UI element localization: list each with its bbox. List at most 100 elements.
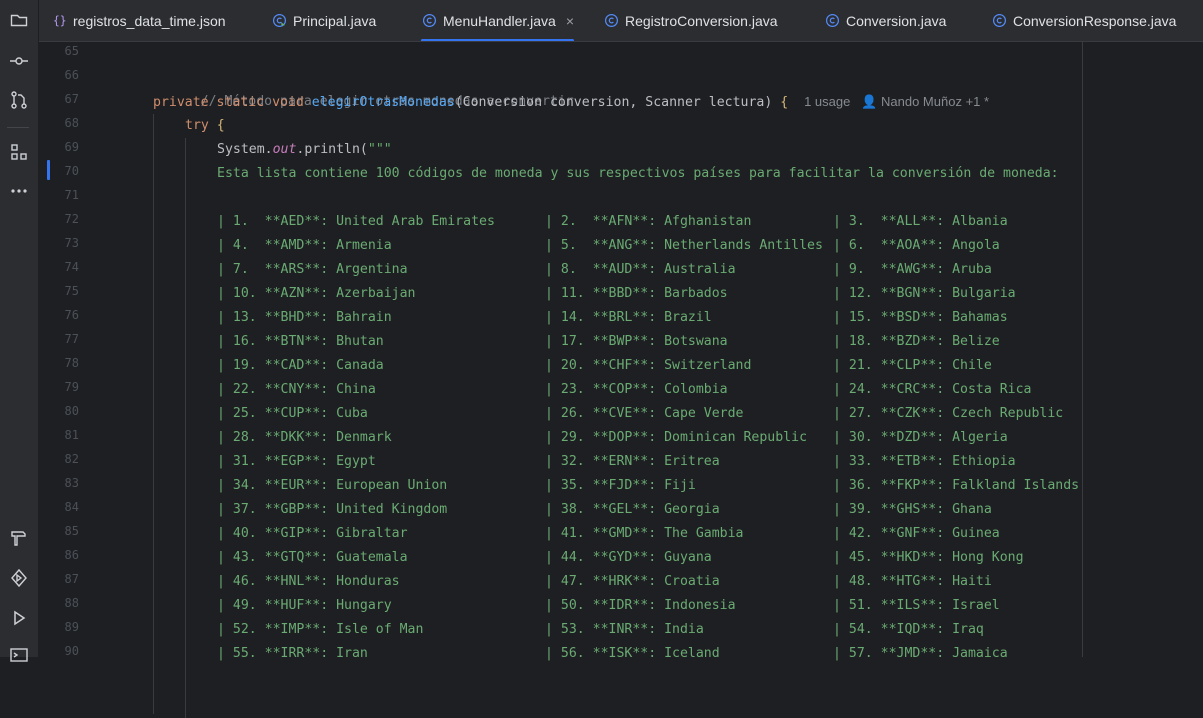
folder-icon[interactable] [0, 5, 38, 35]
code-line-80: | 25. **CUP**: Cuba | 26. **CVE**: Cape V… [39, 402, 1203, 426]
build-hammer-icon[interactable] [0, 523, 38, 553]
svg-text:{}: {} [52, 15, 66, 28]
currency-entry: | 40. **GIP**: Gibraltar [217, 526, 408, 541]
currency-entry: | 45. **HKD**: Hong Kong [833, 550, 1024, 565]
currency-entry: | 53. **INR**: India [545, 622, 704, 637]
currency-entry: | 34. **EUR**: European Union [217, 478, 448, 493]
code-line-86: | 43. **GTQ**: Guatemala | 44. **GYD**: G… [39, 546, 1203, 570]
services-icon[interactable] [0, 563, 38, 593]
code-line-87: | 46. **HNL**: Honduras | 47. **HRK**: Cr… [39, 570, 1203, 594]
author-hint[interactable]: Nando Muñoz +1 * [881, 94, 989, 109]
code-area[interactable]: // Método para elegir otras monedas a co… [39, 42, 1203, 718]
currency-entry: | 2. **AFN**: Afghanistan [545, 214, 752, 229]
text-block-open: """ [367, 142, 392, 157]
code-line-73: | 4. **AMD**: Armenia | 5. **ANG**: Nethe… [39, 234, 1203, 258]
code-line-79: | 22. **CNY**: China | 23. **COP**: Colom… [39, 378, 1203, 402]
code-editor[interactable]: 65 66 67 68 69 70 71 72 73 74 75 76 77 78 79 80 81 82 83 84… [39, 42, 1203, 718]
terminal-icon[interactable] [0, 640, 38, 670]
currency-entry: | 6. **AOA**: Angola [833, 238, 1000, 253]
java-class-icon [824, 13, 840, 29]
author-icon: 👤 [861, 94, 882, 109]
tab-conversionresponse-java[interactable]: ConversionResponse.java [991, 0, 1176, 41]
currency-entry: | 48. **HTG**: Haiti [833, 574, 992, 589]
tab-label: Principal.java [293, 12, 377, 29]
code-line-66: // Método para elegir otras monedas a co… [153, 66, 574, 109]
currency-entry: | 33. **ETB**: Ethiopia [833, 454, 1016, 469]
commit-icon[interactable] [0, 46, 38, 76]
method-modifiers: private static void [153, 95, 312, 110]
currency-entry: | 16. **BTN**: Bhutan [217, 334, 384, 349]
tab-label: MenuHandler.java [443, 12, 556, 29]
currency-entry: | 41. **GMD**: The Gambia [545, 526, 744, 541]
run-icon[interactable] [0, 603, 38, 633]
code-line-72: | 1. **AED**: United Arab Emirates | 2. *… [39, 210, 1203, 234]
method-name[interactable]: elegirOtrasMonedas [312, 95, 455, 110]
code-line-82: | 31. **EGP**: Egypt | 32. **ERN**: Eritr… [39, 450, 1203, 474]
currency-entry: | 23. **COP**: Colombia [545, 382, 728, 397]
java-class-run-icon [271, 13, 287, 29]
pull-request-icon[interactable] [0, 85, 38, 115]
code-line-74: | 7. **ARS**: Argentina | 8. **AUD**: Aus… [39, 258, 1203, 282]
currency-entry: | 24. **CRC**: Costa Rica [833, 382, 1032, 397]
currency-entry: | 18. **BZD**: Belize [833, 334, 1000, 349]
currency-entry: | 25. **CUP**: Cuba [217, 406, 368, 421]
currency-entry: | 15. **BSD**: Bahamas [833, 310, 1008, 325]
currency-entry: | 9. **AWG**: Aruba [833, 262, 992, 277]
currency-entry: | 57. **JMD**: Jamaica [833, 646, 1008, 661]
currency-entry: | 44. **GYD**: Guyana [545, 550, 712, 565]
currency-entry: | 42. **GNF**: Guinea [833, 526, 1000, 541]
string-text: Esta lista contiene 100 códigos de moned… [217, 166, 1059, 181]
currency-entry: | 35. **FJD**: Fiji [545, 478, 696, 493]
currency-entry: | 27. **CZK**: Czech Republic [833, 406, 1064, 421]
code-line-84: | 37. **GBP**: United Kingdom | 38. **GEL… [39, 498, 1203, 522]
tab-registros-data-time-json[interactable]: {} registros_data_time.json [51, 0, 225, 41]
currency-entry: | 30. **DZD**: Algeria [833, 430, 1008, 445]
more-icon[interactable] [0, 176, 38, 206]
method-params: (Conversion conversion, Scanner lectura) [454, 95, 781, 110]
println-call: .println( [296, 142, 368, 157]
close-tab-icon[interactable]: × [566, 13, 574, 29]
currency-entry: | 19. **CAD**: Canada [217, 358, 384, 373]
editor-tab-bar: {} registros_data_time.json Principal.ja… [39, 0, 1203, 42]
currency-entry: | 7. **ARS**: Argentina [217, 262, 408, 277]
currency-entry: | 20. **CHF**: Switzerland [545, 358, 752, 373]
tab-conversion-java[interactable]: Conversion.java [824, 0, 946, 41]
currency-entry: | 26. **CVE**: Cape Verde [545, 406, 744, 421]
tab-principal-java[interactable]: Principal.java [271, 0, 376, 41]
currency-entry: | 8. **AUD**: Australia [545, 262, 736, 277]
currency-entry: | 4. **AMD**: Armenia [217, 238, 392, 253]
tool-separator [7, 127, 29, 128]
currency-entry: | 11. **BBD**: Barbados [545, 286, 728, 301]
currency-entry: | 21. **CLP**: Chile [833, 358, 992, 373]
currency-entry: | 50. **IDR**: Indonesia [545, 598, 736, 613]
tab-registroconversion-java[interactable]: RegistroConversion.java [603, 0, 778, 41]
currency-entry: | 22. **CNY**: China [217, 382, 376, 397]
currency-entry: | 51. **ILS**: Israel [833, 598, 1000, 613]
tab-menuhandler-java[interactable]: MenuHandler.java × [421, 0, 575, 41]
try-keyword: try [185, 118, 217, 133]
code-line-90: | 55. **IRR**: Iran | 56. **ISK**: Icelan… [39, 642, 1203, 666]
currency-entry: | 49. **HUF**: Hungary [217, 598, 392, 613]
currency-entry: | 36. **FKP**: Falkland Islands [833, 478, 1080, 493]
code-line-69: System.out.println(""" [217, 138, 392, 162]
structure-icon[interactable] [0, 137, 38, 167]
code-line-67: private static void elegirOtrasMonedas(C… [153, 90, 989, 114]
currency-entry: | 32. **ERN**: Eritrea [545, 454, 720, 469]
currency-entry: | 39. **GHS**: Ghana [833, 502, 992, 517]
code-line-75: | 10. **AZN**: Azerbaijan | 11. **BBD**: … [39, 282, 1203, 306]
code-line-89: | 52. **IMP**: Isle of Man | 53. **INR**:… [39, 618, 1203, 642]
usage-hint[interactable]: 1 usage [804, 94, 850, 109]
java-class-icon [603, 13, 619, 29]
currency-entry: | 12. **BGN**: Bulgaria [833, 286, 1016, 301]
currency-entry: | 47. **HRK**: Croatia [545, 574, 720, 589]
code-line-78: | 19. **CAD**: Canada | 20. **CHF**: Swit… [39, 354, 1203, 378]
code-line-88: | 49. **HUF**: Hungary | 50. **IDR**: Ind… [39, 594, 1203, 618]
currency-entry: | 17. **BWP**: Botswana [545, 334, 728, 349]
currency-entry: | 14. **BRL**: Brazil [545, 310, 712, 325]
code-line-68: try { [185, 114, 225, 138]
out-field: out [272, 142, 297, 157]
system-ref: System. [217, 142, 273, 157]
code-line-81: | 28. **DKK**: Denmark | 29. **DOP**: Dom… [39, 426, 1203, 450]
currency-entry: | 29. **DOP**: Dominican Republic [545, 430, 808, 445]
open-brace: { [780, 95, 789, 110]
